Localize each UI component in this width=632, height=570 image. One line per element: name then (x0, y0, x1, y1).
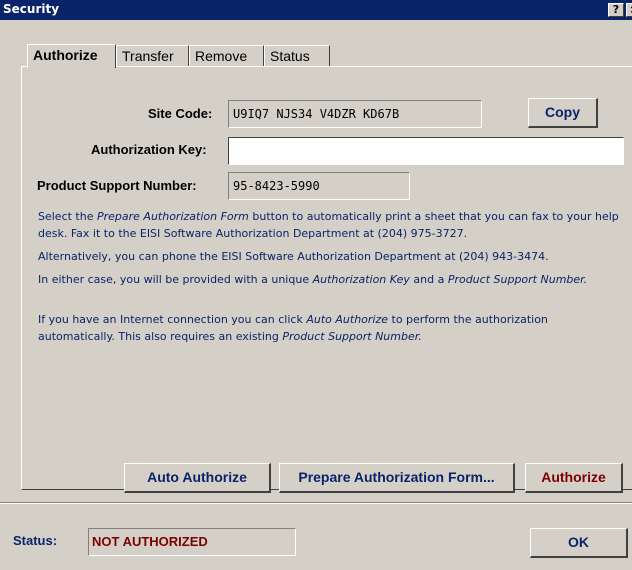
copy-button[interactable]: Copy (528, 98, 598, 128)
authorize-button[interactable]: Authorize (525, 463, 623, 493)
prepare-authorization-form-button[interactable]: Prepare Authorization Form... (279, 463, 515, 493)
auto-authorize-button[interactable]: Auto Authorize (124, 463, 271, 493)
bottom-separator (0, 502, 632, 504)
status-label: Status: (13, 533, 58, 548)
site-code-field: U9IQ7 NJS34 V4DZR KD67B (228, 100, 482, 128)
info-paragraph-prepare-form: Select the Prepare Authorization Form bu… (38, 210, 619, 240)
product-support-number-field: 95-8423-5990 (228, 172, 410, 200)
info-paragraph-phone: Alternatively, you can phone the EISI So… (38, 250, 549, 263)
site-code-label: Site Code: (148, 106, 213, 121)
ok-button[interactable]: OK (530, 528, 628, 558)
close-icon[interactable]: × (626, 3, 632, 17)
tab-status[interactable]: Status (264, 45, 330, 67)
info-paragraph-auto-authorize: If you have an Internet connection you c… (38, 313, 548, 343)
help-icon[interactable]: ? (608, 3, 624, 17)
title-bar[interactable]: Security ? × (0, 0, 632, 20)
info-paragraph-key: In either case, you will be provided wit… (38, 273, 588, 286)
status-badge: NOT AUTHORIZED (88, 528, 296, 556)
tab-authorize[interactable]: Authorize (27, 44, 116, 68)
authorization-key-input[interactable] (228, 137, 624, 165)
tab-remove[interactable]: Remove (189, 45, 264, 67)
tab-transfer[interactable]: Transfer (116, 45, 189, 67)
product-support-number-label: Product Support Number: (37, 178, 197, 193)
window-title: Security (3, 2, 60, 16)
authorization-key-label: Authorization Key: (91, 142, 207, 157)
security-dialog: Security ? × Authorize Transfer Remove S… (0, 0, 632, 570)
